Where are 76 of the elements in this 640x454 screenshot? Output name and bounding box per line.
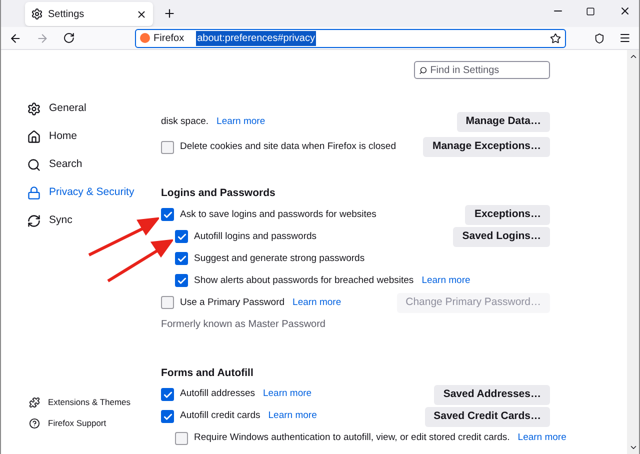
- scroll-up-icon[interactable]: [628, 52, 638, 61]
- puzzle-icon: [29, 397, 40, 408]
- checkbox[interactable]: [175, 230, 188, 244]
- checkbox-label: Autofill credit cards: [180, 409, 260, 424]
- checkbox[interactable]: [161, 140, 174, 154]
- annotation-arrow: [87, 216, 159, 258]
- checkbox[interactable]: [161, 410, 174, 423]
- gear-icon: [31, 8, 43, 20]
- sync-icon: [27, 214, 41, 228]
- checkbox-label: Suggest and generate strong passwords: [194, 252, 365, 266]
- learn-more-link[interactable]: Learn more: [518, 431, 566, 446]
- sidebar-link[interactable]: Firefox Support: [27, 413, 106, 434]
- check-icon: [176, 232, 186, 242]
- checkbox[interactable]: [175, 274, 188, 288]
- checkbox[interactable]: [175, 252, 188, 266]
- help-icon: [29, 418, 40, 429]
- checkbox[interactable]: [161, 208, 174, 222]
- sidebar-link[interactable]: Extensions & Themes: [27, 392, 131, 413]
- check-icon: [176, 276, 186, 286]
- back-icon[interactable]: [9, 32, 22, 44]
- check-icon: [162, 210, 172, 220]
- sidebar-item[interactable]: Privacy & Security: [27, 179, 134, 207]
- tab-title: Settings: [48, 8, 86, 22]
- section-heading: Logins and Passwords: [161, 186, 276, 201]
- action-button[interactable]: Exceptions…: [465, 204, 550, 225]
- menu-icon[interactable]: [619, 32, 632, 44]
- close-icon[interactable]: [136, 8, 147, 20]
- action-button[interactable]: Saved Addresses…: [434, 384, 550, 404]
- lock-icon: [27, 186, 41, 200]
- search-icon: [419, 66, 428, 74]
- search-icon: [27, 158, 41, 172]
- home-icon: [27, 130, 41, 144]
- check-icon: [176, 254, 186, 264]
- checkbox-label: Delete cookies and site data when Firefox is closed: [180, 140, 396, 154]
- learn-more-link[interactable]: Learn more: [216, 114, 266, 130]
- checkbox[interactable]: [161, 388, 174, 401]
- checkbox-label: Autofill addresses: [180, 387, 255, 402]
- sidebar-item[interactable]: Sync: [27, 207, 72, 235]
- checkbox-label: Autofill logins and passwords: [194, 230, 317, 244]
- search-field[interactable]: Find in Settings: [414, 61, 550, 79]
- action-button[interactable]: Saved Credit Cards…: [424, 406, 550, 426]
- learn-more-link[interactable]: Learn more: [422, 274, 470, 288]
- action-button[interactable]: Saved Logins…: [453, 226, 550, 247]
- sidebar-item[interactable]: Search: [27, 151, 82, 179]
- learn-more-link[interactable]: Learn more: [292, 296, 342, 310]
- scrollbar[interactable]: [627, 50, 639, 454]
- check-icon: [162, 390, 172, 400]
- checkbox-label: Require Windows authentication to autofill, view, or edit stored credit cards.: [194, 431, 510, 446]
- identity-label: Firefox: [154, 32, 184, 46]
- checkbox[interactable]: [175, 432, 188, 445]
- new-tab-icon[interactable]: [163, 7, 176, 20]
- learn-more-link[interactable]: Learn more: [268, 409, 317, 424]
- learn-more-link[interactable]: Learn more: [262, 387, 312, 402]
- checkbox[interactable]: [161, 296, 174, 310]
- url-text: about:preferences#privacy: [196, 30, 316, 46]
- action-button[interactable]: Manage Data…: [456, 112, 550, 132]
- reload-icon[interactable]: [62, 32, 75, 44]
- close-icon[interactable]: [619, 5, 631, 17]
- checkbox-label: Use a Primary Password: [180, 296, 285, 310]
- sidebar-item[interactable]: General: [27, 95, 86, 123]
- annotation-arrow: [105, 239, 173, 284]
- section-heading: Forms and Autofill: [161, 366, 254, 381]
- browser-tab[interactable]: Settings: [25, 2, 153, 26]
- check-icon: [162, 412, 172, 422]
- scroll-down-icon[interactable]: [628, 443, 638, 452]
- note-text: Formerly known as Master Password: [161, 318, 326, 332]
- checkbox-label: Ask to save logins and passwords for websites: [180, 208, 376, 222]
- description-text: disk space.: [161, 114, 209, 129]
- bookmark-star-icon[interactable]: [550, 32, 562, 44]
- search-input[interactable]: Find in Settings: [430, 62, 545, 78]
- address-bar[interactable]: Firefox about:preferences#privacy: [134, 28, 566, 48]
- maximize-icon[interactable]: [586, 7, 595, 16]
- sidebar-item[interactable]: Home: [27, 123, 78, 151]
- action-button[interactable]: Manage Exceptions…: [423, 137, 550, 157]
- checkbox-label: Show alerts about passwords for breached websites: [194, 274, 414, 288]
- gear-icon: [27, 102, 41, 116]
